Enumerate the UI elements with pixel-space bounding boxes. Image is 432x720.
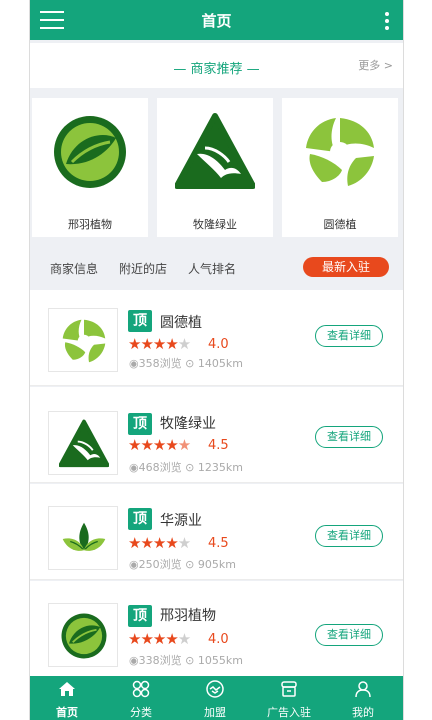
bottom-nav: 首页 分类 加盟 广告入驻 我的 (30, 676, 403, 720)
merchant-logo-icon (54, 116, 126, 188)
view-icon: ◉ (129, 461, 139, 474)
nav-label: 分类 (130, 706, 152, 719)
list-thumbnail (48, 308, 118, 372)
rating-stars: ★★★★★ (128, 335, 191, 353)
location-icon: ⊙ (185, 558, 195, 571)
handshake-icon (206, 680, 224, 698)
user-icon (355, 681, 371, 698)
nav-label: 广告入驻 (267, 706, 311, 719)
latest-join-button[interactable]: 最新入驻 (303, 257, 389, 277)
category-icon (132, 680, 150, 698)
store-icon (281, 681, 297, 697)
location-icon: ⊙ (185, 654, 195, 667)
list-thumbnail (48, 506, 118, 570)
tab-popular[interactable]: 人气排名 (188, 260, 236, 277)
distance: 1405km (197, 357, 243, 370)
nav-item-home[interactable]: 首页 (30, 676, 104, 720)
list-item[interactable]: 顶 邢羽植物 ★★★★★ 4.0 ◉338浏览 ⊙ 1055km 查看详细 (30, 581, 403, 676)
merchant-card[interactable]: 邢羽植物 (32, 98, 148, 237)
merchant-logo-icon (62, 319, 106, 363)
nav-label: 加盟 (204, 706, 226, 719)
merchant-logo-icon (306, 118, 374, 186)
view-details-button[interactable]: 查看详细 (315, 325, 383, 347)
top-badge: 顶 (128, 605, 152, 627)
merchant-logo-icon (61, 613, 107, 659)
views-count: 358浏览 (138, 357, 182, 370)
tab-nearby[interactable]: 附近的店 (119, 260, 167, 277)
merchant-logo-icon (62, 522, 106, 551)
view-details-button[interactable]: 查看详细 (315, 624, 383, 646)
nav-label: 首页 (56, 706, 78, 719)
distance: 1235km (197, 461, 243, 474)
home-icon (59, 682, 75, 696)
list-item[interactable]: 顶 牧隆绿业 ★★★★★ 4.5 ◉468浏览 ⊙ 1235km 查看详细 (30, 387, 403, 483)
view-icon: ◉ (129, 558, 139, 571)
list-thumbnail (48, 411, 118, 475)
top-bar: 首页 (30, 0, 403, 40)
merchant-card-name: 邢羽植物 (68, 218, 112, 231)
nav-item-category[interactable]: 分类 (104, 676, 178, 720)
rating-value: 4.5 (208, 536, 229, 551)
more-link[interactable]: 更多 > (358, 57, 393, 73)
merchant-meta: ◉358浏览 ⊙ 1405km (129, 355, 243, 371)
filter-tabs: 商家信息 附近的店 人气排名 最新入驻 (30, 246, 403, 286)
views-count: 338浏览 (138, 654, 182, 667)
views-count: 250浏览 (138, 558, 182, 571)
distance: 1055km (197, 654, 243, 667)
nav-item-profile[interactable]: 我的 (326, 676, 400, 720)
merchant-card-name: 圆德植 (323, 218, 357, 231)
view-details-button[interactable]: 查看详细 (315, 426, 383, 448)
views-count: 468浏览 (138, 461, 182, 474)
nav-label: 我的 (352, 706, 374, 719)
recommend-title: — 商家推荐 — (173, 62, 260, 77)
rating-value: 4.5 (208, 438, 229, 453)
app-screen: 首页 — 商家推荐 — 更多 > 邢羽植物 牧隆绿业 圆德植 商家信息 附近的店… (30, 0, 403, 720)
recommend-header: — 商家推荐 — 更多 > (30, 43, 403, 88)
list-item[interactable]: 顶 圆德植 ★★★★★ 4.0 ◉358浏览 ⊙ 1405km 查看详细 (30, 290, 403, 386)
list-item[interactable]: 顶 华源业 ★★★★★ 4.5 ◉250浏览 ⊙ 905km 查看详细 (30, 484, 403, 580)
merchant-name: 华源业 (160, 513, 202, 529)
top-badge: 顶 (128, 413, 152, 435)
merchant-name: 圆德植 (160, 315, 202, 331)
merchant-card[interactable]: 圆德植 (282, 98, 398, 237)
merchant-card-name: 牧隆绿业 (193, 218, 237, 231)
top-badge: 顶 (128, 508, 152, 530)
nav-item-franchise[interactable]: 加盟 (178, 676, 252, 720)
nav-item-ad-join[interactable]: 广告入驻 (252, 676, 326, 720)
merchant-name: 牧隆绿业 (160, 416, 216, 432)
location-icon: ⊙ (185, 357, 195, 370)
view-details-button[interactable]: 查看详细 (315, 525, 383, 547)
more-options-icon[interactable] (385, 12, 389, 33)
merchant-meta: ◉468浏览 ⊙ 1235km (129, 459, 243, 475)
rating-stars: ★★★★★ (128, 436, 191, 454)
rating-stars: ★★★★★ (128, 534, 191, 552)
distance: 905km (197, 558, 236, 571)
merchant-meta: ◉338浏览 ⊙ 1055km (129, 652, 243, 668)
location-icon: ⊙ (185, 461, 195, 474)
list-thumbnail (48, 603, 118, 667)
merchant-card[interactable]: 牧隆绿业 (157, 98, 273, 237)
view-icon: ◉ (129, 357, 139, 370)
rating-value: 4.0 (208, 337, 229, 352)
top-badge: 顶 (128, 310, 152, 332)
tab-merchant-info[interactable]: 商家信息 (50, 260, 98, 277)
merchant-name: 邢羽植物 (160, 608, 216, 624)
merchant-meta: ◉250浏览 ⊙ 905km (129, 556, 236, 572)
merchant-logo-icon (59, 419, 109, 468)
view-icon: ◉ (129, 654, 139, 667)
page-title: 首页 (201, 12, 232, 30)
rating-value: 4.0 (208, 632, 229, 647)
rating-stars: ★★★★★ (128, 630, 191, 648)
merchant-logo-icon (175, 113, 255, 189)
